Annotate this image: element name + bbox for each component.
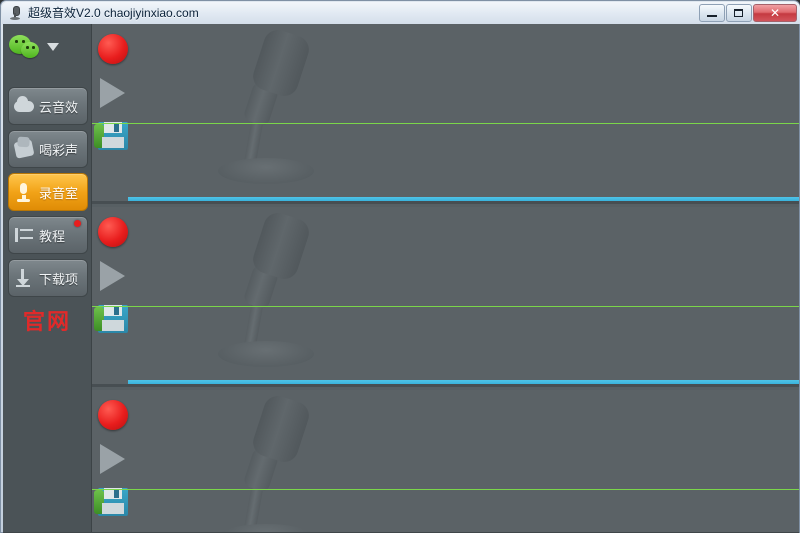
track-controls: [92, 390, 136, 533]
chevron-down-icon[interactable]: [47, 43, 59, 51]
sidebar-item-label: 喝彩声: [39, 142, 79, 158]
play-button[interactable]: [100, 78, 125, 108]
sidebar-nav: 云音效 喝彩声 录音室 教程 下载项: [8, 87, 88, 302]
microphone-icon: [12, 179, 38, 205]
close-icon: ✕: [769, 6, 781, 20]
waveform-baseline: [92, 123, 799, 124]
track-row: [92, 390, 799, 533]
track-list: [92, 24, 799, 533]
account-row[interactable]: [9, 32, 87, 62]
window-controls: ✕: [698, 4, 797, 22]
play-button[interactable]: [100, 261, 125, 291]
sidebar-item-tutorial[interactable]: 教程: [8, 216, 88, 254]
horizontal-scrollbar[interactable]: [128, 380, 799, 384]
client-area: 云音效 喝彩声 录音室 教程 下载项 官网: [3, 24, 799, 533]
record-button[interactable]: [98, 400, 128, 430]
record-button[interactable]: [98, 217, 128, 247]
microphone-icon: [7, 5, 23, 21]
track-controls: [92, 24, 136, 201]
sidebar-item-applause[interactable]: 喝彩声: [8, 130, 88, 168]
applause-icon: [12, 136, 38, 162]
save-button[interactable]: [94, 122, 128, 150]
microphone-illustration: [192, 26, 382, 200]
microphone-illustration: [192, 392, 382, 533]
window-title: 超级音效V2.0 chaojiyinxiao.com: [28, 6, 199, 20]
horizontal-scrollbar[interactable]: [128, 197, 799, 201]
track-controls: [92, 207, 136, 384]
sidebar-item-label: 云音效: [39, 99, 79, 115]
sidebar-item-label: 下载项: [39, 271, 79, 287]
play-button[interactable]: [100, 444, 125, 474]
track-row: [92, 207, 799, 387]
minimize-button[interactable]: [699, 4, 725, 22]
save-button[interactable]: [94, 488, 128, 516]
save-button[interactable]: [94, 305, 128, 333]
window-frame: 超级音效V2.0 chaojiyinxiao.com ✕ 云音效 喝彩声 录音室…: [0, 0, 800, 533]
sidebar-item-downloads[interactable]: 下载项: [8, 259, 88, 297]
download-icon: [12, 265, 38, 291]
wechat-icon[interactable]: [9, 33, 43, 61]
sidebar-item-recording-studio[interactable]: 录音室: [8, 173, 88, 211]
sidebar-item-label: 录音室: [39, 185, 79, 201]
waveform-baseline: [92, 306, 799, 307]
record-button[interactable]: [98, 34, 128, 64]
sidebar-item-cloud-effects[interactable]: 云音效: [8, 87, 88, 125]
sidebar-item-label: 教程: [39, 228, 66, 244]
application-window: 超级音效V2.0 chaojiyinxiao.com ✕ 云音效 喝彩声 录音室…: [0, 0, 800, 533]
waveform-baseline: [92, 489, 799, 490]
watermark-text: 官网: [23, 310, 72, 335]
sidebar: 云音效 喝彩声 录音室 教程 下载项 官网: [3, 24, 92, 533]
close-button[interactable]: ✕: [753, 4, 797, 22]
book-icon: [12, 222, 38, 248]
microphone-illustration: [192, 209, 382, 383]
maximize-button[interactable]: [726, 4, 752, 22]
cloud-icon: [12, 93, 38, 119]
status-badge: [74, 220, 81, 227]
track-row: [92, 24, 799, 204]
title-bar[interactable]: 超级音效V2.0 chaojiyinxiao.com ✕: [2, 2, 800, 24]
